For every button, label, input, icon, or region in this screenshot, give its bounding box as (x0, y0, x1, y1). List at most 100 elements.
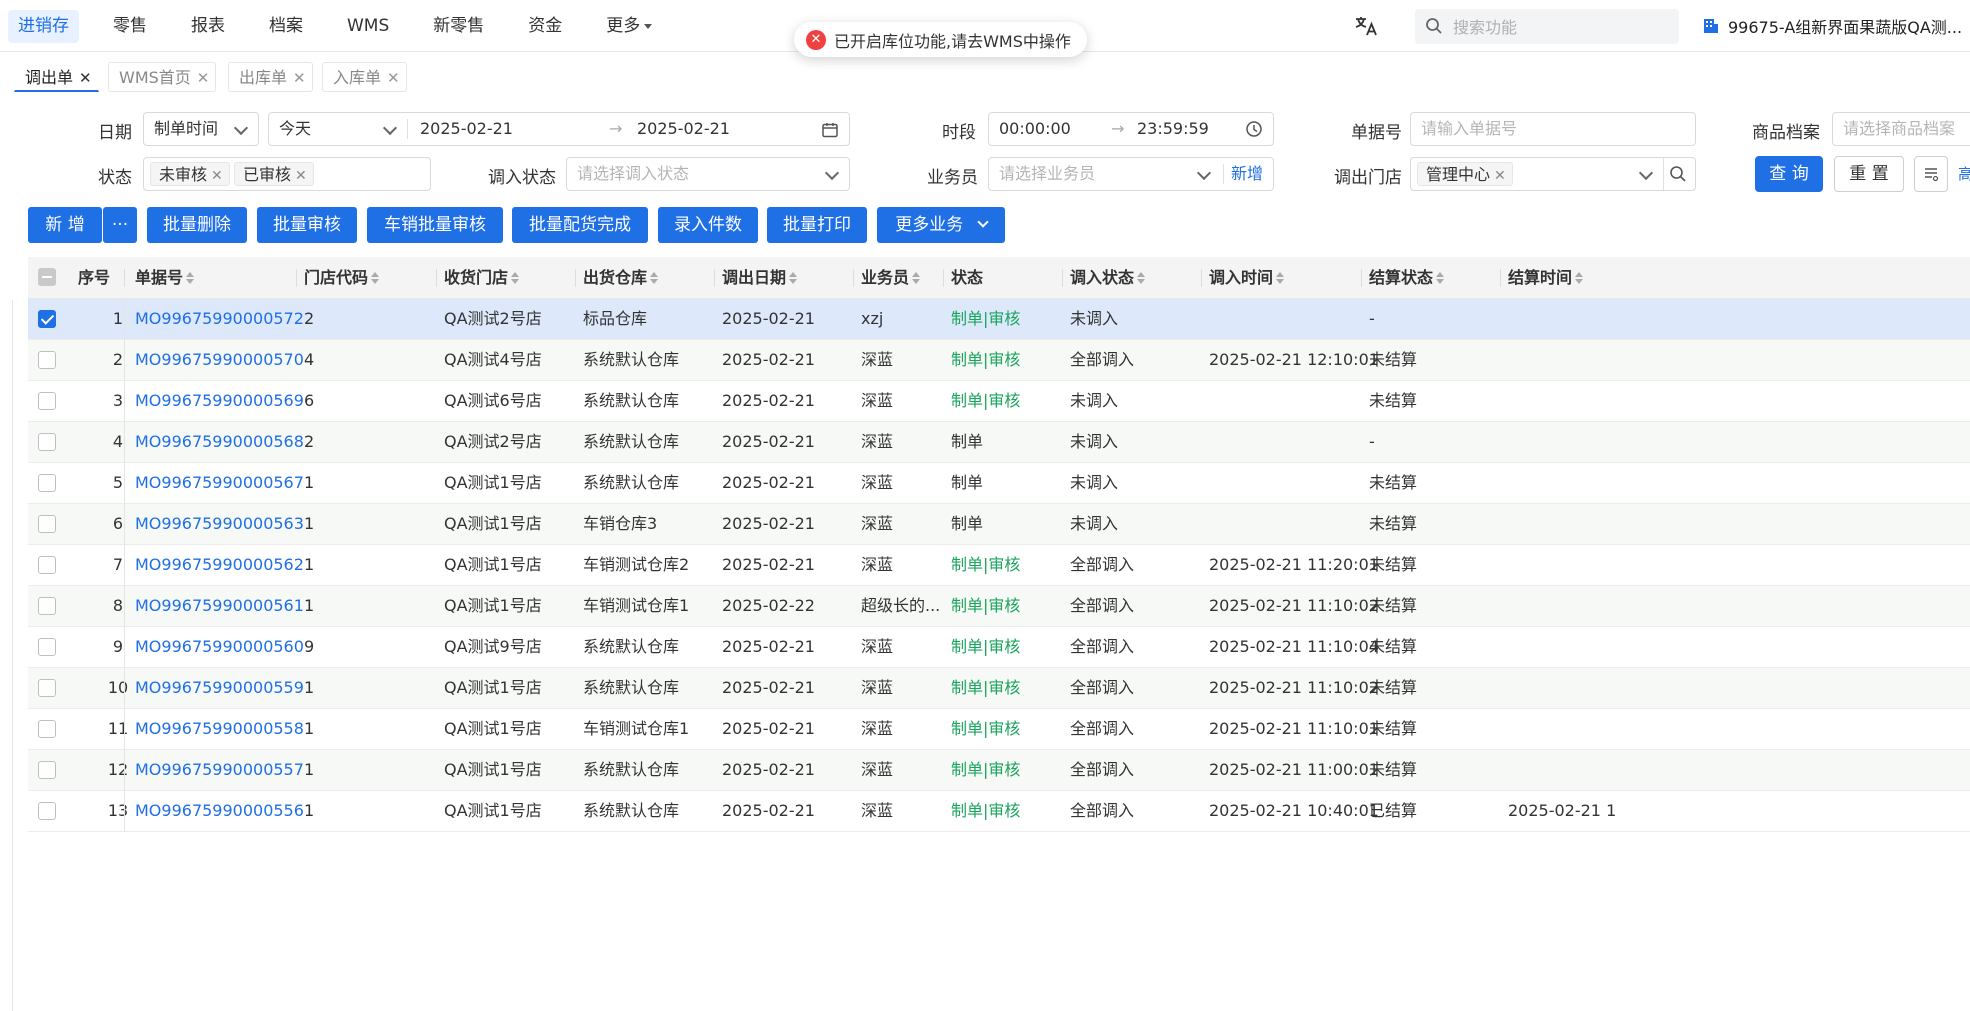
query-button[interactable]: 查 询 (1755, 156, 1823, 192)
close-icon[interactable]: ✕ (295, 168, 307, 184)
close-icon[interactable]: ✕ (79, 69, 92, 87)
car-batch-audit-button[interactable]: 车销批量审核 (367, 207, 503, 243)
function-search[interactable] (1415, 9, 1679, 46)
row-checkbox[interactable] (38, 392, 56, 410)
menu-item-inventory[interactable]: 进销存 (8, 10, 79, 43)
cell-doc-no[interactable]: MO99675990000570 (135, 340, 304, 380)
date-range-picker[interactable]: 今天 2025-02-21 → 2025-02-21 (268, 112, 850, 146)
table-row[interactable]: 13 MO99675990000556 1 QA测试1号店 系统默认仓库 2025-02-… (28, 791, 1970, 832)
sort-icon[interactable] (371, 272, 380, 284)
cell-doc-no[interactable]: MO99675990000559 (135, 668, 304, 708)
date-end-value[interactable]: 2025-02-21 (637, 113, 730, 145)
table-row[interactable]: 10 MO99675990000559 1 QA测试1号店 系统默认仓库 2025-02-… (28, 668, 1970, 709)
row-checkbox[interactable] (38, 679, 56, 697)
cell-doc-no[interactable]: MO99675990000560 (135, 627, 304, 667)
col-in-time[interactable]: 调入时间 (1209, 257, 1285, 299)
salesman-select[interactable]: 请选择业务员 新增 (988, 157, 1274, 191)
search-icon[interactable] (1669, 165, 1687, 183)
in-status-select[interactable]: 请选择调入状态 (566, 157, 850, 191)
sort-icon[interactable] (1276, 272, 1285, 284)
menu-item-reports[interactable]: 报表 (181, 10, 235, 43)
cell-doc-no[interactable]: MO99675990000556 (135, 791, 304, 831)
col-warehouse[interactable]: 出货仓库 (583, 257, 659, 299)
cell-doc-no[interactable]: MO99675990000561 (135, 586, 304, 626)
sort-icon[interactable] (912, 272, 921, 284)
status-multiselect[interactable]: 未审核 ✕ 已审核 ✕ (143, 157, 431, 191)
cell-doc-no[interactable]: MO99675990000563 (135, 504, 304, 544)
sort-icon[interactable] (650, 272, 659, 284)
close-icon[interactable]: ✕ (293, 69, 306, 87)
advanced-link[interactable]: 高 (1958, 163, 1970, 184)
add-more-button[interactable]: ··· (103, 207, 137, 243)
table-row[interactable]: 11 MO99675990000558 1 QA测试1号店 车销测试仓库1 2025-02… (28, 709, 1970, 750)
col-out-date[interactable]: 调出日期 (722, 257, 798, 299)
time-start-value[interactable]: 00:00:00 (999, 113, 1071, 145)
col-doc-no[interactable]: 单据号 (135, 257, 195, 299)
row-checkbox[interactable] (38, 515, 56, 533)
cell-doc-no[interactable]: MO99675990000572 (135, 299, 304, 339)
table-row[interactable]: 4 MO99675990000568 2 QA测试2号店 系统默认仓库 2025-02-2… (28, 422, 1970, 463)
time-end-value[interactable]: 23:59:59 (1137, 113, 1209, 145)
sort-icon[interactable] (186, 272, 195, 284)
sort-icon[interactable] (511, 272, 520, 284)
row-checkbox[interactable] (38, 433, 56, 451)
sort-icon[interactable] (1436, 272, 1445, 284)
col-store-code[interactable]: 门店代码 (304, 257, 380, 299)
function-search-input[interactable] (1451, 9, 1675, 46)
row-checkbox[interactable] (38, 720, 56, 738)
table-row[interactable]: 2 MO99675990000570 4 QA测试4号店 系统默认仓库 2025-02-2… (28, 340, 1970, 381)
table-row[interactable]: 1 MO99675990000572 2 QA测试2号店 标品仓库 2025-02-21 x… (28, 299, 1970, 340)
account-switcher[interactable]: 99675-A组新界面果蔬版QA测... (1702, 14, 1962, 38)
out-store-select[interactable]: 管理中心 ✕ (1410, 157, 1696, 191)
menu-item-archive[interactable]: 档案 (259, 10, 313, 43)
row-checkbox[interactable] (38, 761, 56, 779)
tab-outbound[interactable]: 出库单 ✕ (228, 62, 313, 92)
menu-item-wms[interactable]: WMS (337, 10, 399, 43)
table-row[interactable]: 12 MO99675990000557 1 QA测试1号店 系统默认仓库 2025-02-… (28, 750, 1970, 791)
row-checkbox[interactable] (38, 597, 56, 615)
more-business-button[interactable]: 更多业务 (877, 207, 1005, 243)
cell-doc-no[interactable]: MO99675990000562 (135, 545, 304, 585)
tab-transfer-out[interactable]: 调出单 ✕ (14, 62, 99, 92)
tab-inbound[interactable]: 入库单 ✕ (322, 62, 407, 92)
row-checkbox[interactable] (38, 556, 56, 574)
tab-wms-home[interactable]: WMS首页 ✕ (108, 62, 217, 92)
row-checkbox[interactable] (38, 474, 56, 492)
column-settings-button[interactable] (1914, 156, 1948, 192)
doc-no-input[interactable]: 请输入单据号 (1410, 112, 1696, 146)
table-row[interactable]: 7 MO99675990000562 1 QA测试1号店 车销测试仓库2 2025-02-… (28, 545, 1970, 586)
col-settle-status[interactable]: 结算状态 (1369, 257, 1445, 299)
col-in-status[interactable]: 调入状态 (1070, 257, 1146, 299)
batch-delete-button[interactable]: 批量删除 (147, 207, 247, 243)
sort-icon[interactable] (1575, 272, 1584, 284)
batch-dist-done-button[interactable]: 批量配货完成 (512, 207, 648, 243)
add-button[interactable]: 新 增 (28, 207, 102, 243)
cell-doc-no[interactable]: MO99675990000567 (135, 463, 304, 503)
goods-select[interactable]: 请选择商品档案 (1832, 112, 1970, 146)
batch-audit-button[interactable]: 批量审核 (257, 207, 357, 243)
row-checkbox[interactable] (38, 310, 56, 328)
reset-button[interactable]: 重 置 (1834, 156, 1904, 192)
table-row[interactable]: 6 MO99675990000563 1 QA测试1号店 车销仓库3 2025-02-21… (28, 504, 1970, 545)
cell-doc-no[interactable]: MO99675990000558 (135, 709, 304, 749)
cell-doc-no[interactable]: MO99675990000557 (135, 750, 304, 790)
sort-icon[interactable] (1137, 272, 1146, 284)
salesman-add-link[interactable]: 新增 (1231, 158, 1263, 190)
cell-doc-no[interactable]: MO99675990000568 (135, 422, 304, 462)
date-start-value[interactable]: 2025-02-21 (420, 113, 513, 145)
col-receive-store[interactable]: 收货门店 (444, 257, 520, 299)
close-icon[interactable]: ✕ (387, 69, 400, 87)
row-checkbox[interactable] (38, 802, 56, 820)
date-preset-value[interactable]: 今天 (279, 113, 311, 145)
row-checkbox[interactable] (38, 638, 56, 656)
table-row[interactable]: 5 MO99675990000567 1 QA测试1号店 系统默认仓库 2025-02-2… (28, 463, 1970, 504)
cell-doc-no[interactable]: MO99675990000569 (135, 381, 304, 421)
close-icon[interactable]: ✕ (211, 168, 223, 184)
row-checkbox[interactable] (38, 351, 56, 369)
translate-icon[interactable] (1353, 13, 1379, 39)
table-row[interactable]: 8 MO99675990000561 1 QA测试1号店 车销测试仓库1 2025-02-… (28, 586, 1970, 627)
table-row[interactable]: 3 MO99675990000569 6 QA测试6号店 系统默认仓库 2025-02-2… (28, 381, 1970, 422)
close-icon[interactable]: ✕ (197, 69, 210, 87)
col-settle-time[interactable]: 结算时间 (1508, 257, 1584, 299)
date-type-select[interactable]: 制单时间 (143, 112, 259, 146)
